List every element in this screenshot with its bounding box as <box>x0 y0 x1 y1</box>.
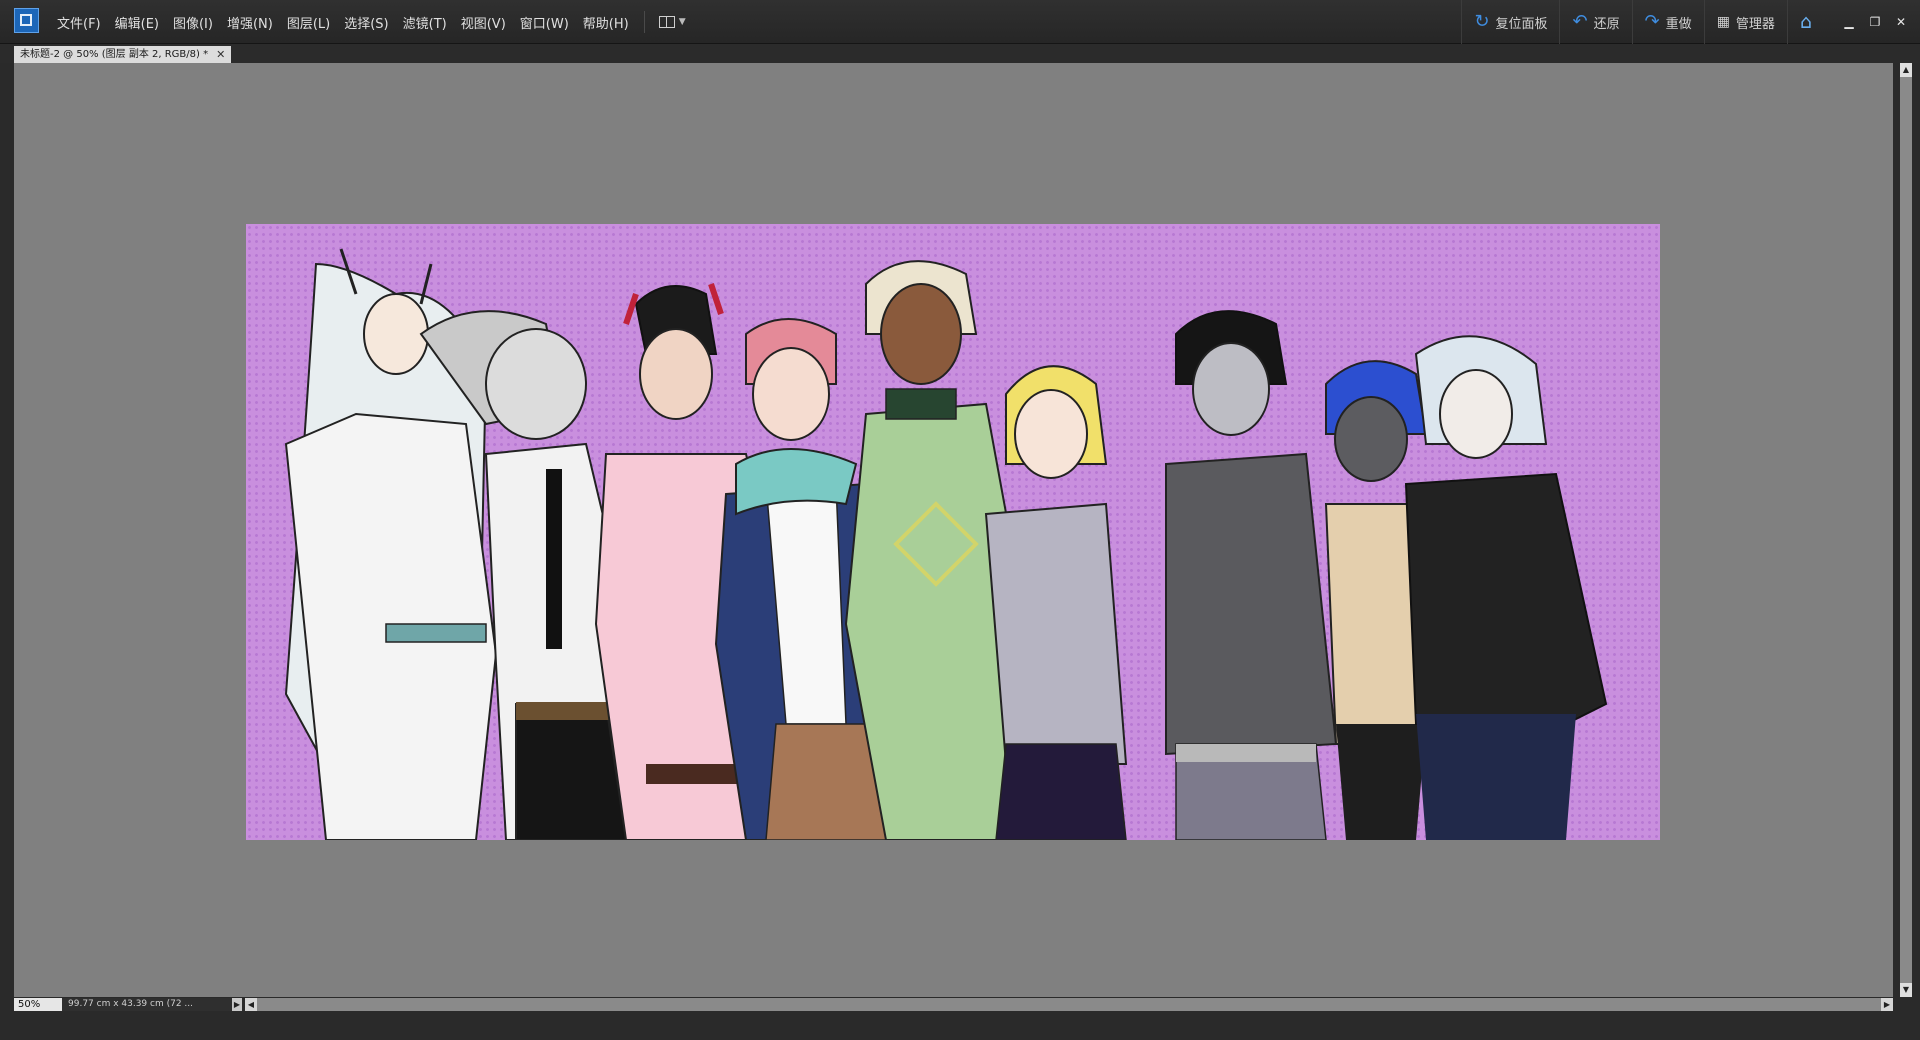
layout-icon <box>658 16 675 28</box>
app-logo-icon[interactable] <box>14 8 39 33</box>
scroll-up-arrow-icon[interactable]: ▲ <box>1900 63 1912 77</box>
menu-divider <box>643 11 645 33</box>
restore-icon[interactable]: ❐ <box>1868 15 1882 29</box>
zoom-level-input[interactable]: 50% <box>14 998 62 1011</box>
character-black-jacket <box>1404 335 1608 840</box>
character-gray-sweater <box>1165 310 1338 840</box>
scroll-down-arrow-icon[interactable]: ▼ <box>1900 983 1912 997</box>
undo-button[interactable]: ↶ 还原 <box>1559 0 1631 44</box>
status-bar: 50% 99.77 cm x 43.39 cm (72 ... ▶ <box>14 998 242 1011</box>
window-controls: ▁ ❐ ✕ <box>1824 15 1920 29</box>
menu-window[interactable]: 窗口(W) <box>513 13 576 32</box>
menu-filter[interactable]: 滤镜(T) <box>396 13 454 32</box>
toolbar-right: ↻ 复位面板 ↶ 还原 ↷ 重做 ▦ 管理器 ⌂ ▁ ❐ ✕ <box>1461 0 1920 44</box>
menu-edit[interactable]: 编辑(E) <box>108 13 166 32</box>
menu-layer[interactable]: 图层(L) <box>280 13 337 32</box>
reset-panels-button[interactable]: ↻ 复位面板 <box>1461 0 1559 44</box>
document-tab[interactable]: 未标题-2 @ 50% (图层 副本 2, RGB/8) * ✕ <box>14 46 232 63</box>
document-canvas[interactable] <box>246 224 1660 840</box>
redo-label: 重做 <box>1665 16 1692 32</box>
menu-image[interactable]: 图像(I) <box>166 13 220 32</box>
document-tab-strip: 未标题-2 @ 50% (图层 副本 2, RGB/8) * ✕ <box>0 44 1920 63</box>
character-blonde-elf <box>984 365 1128 840</box>
menu-select[interactable]: 选择(S) <box>337 13 395 32</box>
close-tab-icon[interactable]: ✕ <box>216 46 225 63</box>
menu-help[interactable]: 帮助(H) <box>576 13 636 32</box>
menu-view[interactable]: 视图(V) <box>454 13 513 32</box>
horizontal-scrollbar[interactable]: ◀ ▶ <box>245 998 1893 1011</box>
refresh-icon: ↻ <box>1474 11 1490 32</box>
undo-icon: ↶ <box>1572 11 1588 32</box>
home-button[interactable]: ⌂ <box>1786 0 1824 44</box>
bottom-panel-bar <box>0 1013 1920 1040</box>
menu-enhance[interactable]: 增强(N) <box>220 13 280 32</box>
document-tab-title: 未标题-2 @ 50% (图层 副本 2, RGB/8) * <box>20 49 209 60</box>
scroll-left-arrow-icon[interactable]: ◀ <box>245 998 257 1011</box>
scroll-right-arrow-icon[interactable]: ▶ <box>1881 998 1893 1011</box>
artwork-illustration <box>284 248 1608 840</box>
canvas-workspace[interactable] <box>14 63 1893 997</box>
close-icon[interactable]: ✕ <box>1894 15 1908 29</box>
manager-label: 管理器 <box>1735 16 1775 32</box>
vertical-scrollbar[interactable]: ▲ ▼ <box>1900 63 1912 997</box>
grid-icon: ▦ <box>1716 14 1730 30</box>
menu-file[interactable]: 文件(F) <box>50 13 108 32</box>
reset-panels-label: 复位面板 <box>1495 16 1548 32</box>
document-size-info: 99.77 cm x 43.39 cm (72 ... <box>62 998 232 1011</box>
chevron-down-icon: ▼ <box>678 17 686 27</box>
undo-label: 还原 <box>1593 16 1620 32</box>
minimize-icon[interactable]: ▁ <box>1842 15 1856 29</box>
home-icon: ⌂ <box>1799 11 1812 33</box>
redo-button[interactable]: ↷ 重做 <box>1631 0 1704 44</box>
status-menu-arrow-icon[interactable]: ▶ <box>232 998 242 1011</box>
redo-icon: ↷ <box>1644 11 1660 32</box>
manager-button[interactable]: ▦ 管理器 <box>1703 0 1787 44</box>
layout-dropdown-button[interactable]: ▼ <box>653 16 692 28</box>
main-menu: 文件(F) 编辑(E) 图像(I) 增强(N) 图层(L) 选择(S) 滤镜(T… <box>50 0 692 44</box>
menu-bar: 文件(F) 编辑(E) 图像(I) 增强(N) 图层(L) 选择(S) 滤镜(T… <box>0 0 1920 44</box>
